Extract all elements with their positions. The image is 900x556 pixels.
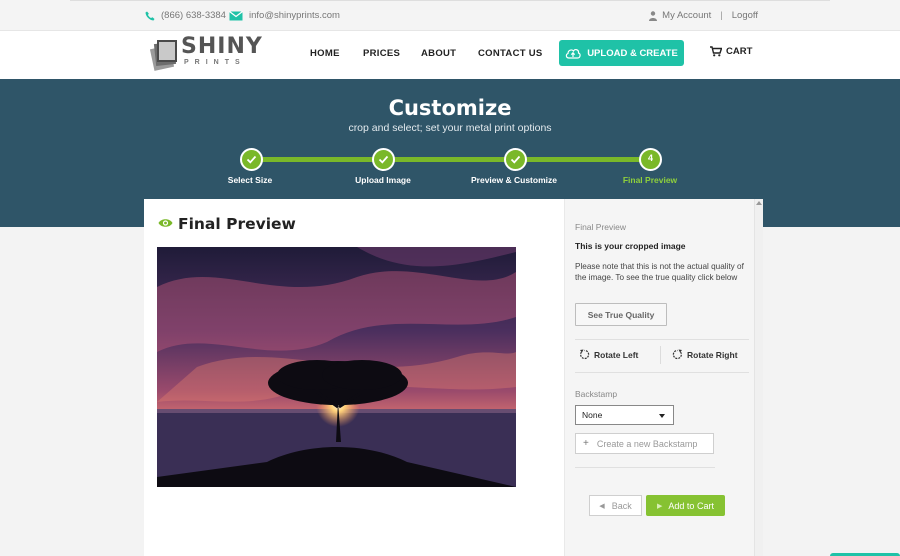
backstamp-label: Backstamp <box>575 389 618 399</box>
check-icon <box>378 155 389 164</box>
logoff-link[interactable]: Logoff <box>732 10 758 21</box>
page-subtitle: crop and select; set your metal print op… <box>348 122 552 134</box>
email-address: info@shinyprints.com <box>249 10 340 21</box>
preview-title: Final Preview <box>178 215 296 233</box>
create-backstamp-label: Create a new Backstamp <box>596 438 698 449</box>
cart-icon <box>710 46 722 57</box>
rotate-divider <box>660 346 661 364</box>
account-links: My Account | Logoff <box>649 10 758 21</box>
divider <box>575 372 749 373</box>
cart-link[interactable]: CART <box>710 46 752 57</box>
rotate-right-icon <box>672 349 682 360</box>
upload-create-label: UPLOAD & CREATE <box>587 47 678 59</box>
cart-label: CART <box>726 46 753 57</box>
check-icon <box>510 155 521 164</box>
check-icon <box>246 155 257 164</box>
cropped-image-preview <box>157 247 516 487</box>
backstamp-select[interactable]: None <box>575 405 674 425</box>
rotate-right-button[interactable]: Rotate Right <box>672 349 738 360</box>
phone-contact[interactable]: (866) 638-3384 <box>145 10 226 21</box>
step-1-circle[interactable] <box>240 148 263 171</box>
see-true-quality-button[interactable]: See True Quality <box>575 303 667 326</box>
my-account-link[interactable]: My Account <box>662 10 711 21</box>
nav-contact-us[interactable]: CONTACT US <box>478 48 543 59</box>
account-separator: | <box>720 10 723 21</box>
add-to-cart-label: Add to Cart <box>668 500 714 511</box>
nav-about[interactable]: ABOUT <box>421 48 456 59</box>
user-icon <box>649 10 658 21</box>
logo-subtitle: PRINTS <box>184 59 246 66</box>
phone-icon <box>145 11 155 20</box>
logo-wordmark[interactable]: SHINY <box>181 34 263 59</box>
scrollbar[interactable] <box>754 199 763 556</box>
divider <box>575 339 749 340</box>
step-2-label: Upload Image <box>355 175 411 185</box>
progress-track <box>252 157 652 162</box>
page-title: Customize <box>388 96 512 120</box>
rotate-left-button[interactable]: Rotate Left <box>579 349 638 360</box>
step-4-label: Final Preview <box>622 175 678 185</box>
back-label: Back <box>611 500 632 511</box>
quality-note: Please note that this is not the actual … <box>575 262 744 282</box>
email-contact[interactable]: info@shinyprints.com <box>229 10 340 21</box>
main-header: SHINY PRINTS HOME PRICES ABOUT CONTACT U… <box>0 31 900 79</box>
nav-home[interactable]: HOME <box>310 48 340 59</box>
top-utility-bar: (866) 638-3384 info@shinyprints.com My A… <box>0 0 900 31</box>
caret-down-icon <box>659 414 665 418</box>
rotate-left-icon <box>580 349 590 360</box>
final-preview-section-label: Final Preview <box>575 222 627 232</box>
upload-create-button[interactable]: UPLOAD & CREATE <box>559 40 684 66</box>
nav-prices[interactable]: PRICES <box>363 48 400 59</box>
options-sidebar: Final Preview This is your cropped image… <box>564 199 763 556</box>
phone-number: (866) 638-3384 <box>161 10 226 21</box>
rotate-left-label: Rotate Left <box>594 349 639 360</box>
step-4-circle[interactable]: 4 <box>639 148 662 171</box>
top-divider <box>70 0 830 1</box>
backstamp-selected-value: None <box>582 410 603 420</box>
step-2-circle[interactable] <box>372 148 395 171</box>
cropped-image-heading: This is your cropped image <box>575 241 686 251</box>
scroll-up-icon[interactable] <box>756 201 762 205</box>
divider <box>575 467 715 468</box>
back-button[interactable]: ◀ Back <box>589 495 642 516</box>
eye-icon <box>158 219 173 227</box>
mail-icon <box>229 10 243 20</box>
plus-icon: + <box>583 438 589 449</box>
add-to-cart-button[interactable]: ▶ Add to Cart <box>646 495 725 516</box>
rotate-right-label: Rotate Right <box>687 349 738 360</box>
step-3-circle[interactable] <box>504 148 527 171</box>
final-preview-panel: Final Preview <box>144 199 564 556</box>
step-1-label: Select Size <box>227 175 273 185</box>
create-backstamp-button[interactable]: + Create a new Backstamp <box>575 433 714 454</box>
step-3-label: Preview & Customize <box>471 175 557 185</box>
caret-left-icon: ◀ <box>599 502 605 510</box>
caret-right-icon: ▶ <box>657 502 663 510</box>
cloud-upload-icon <box>566 48 581 59</box>
step-4-number: 4 <box>647 153 653 163</box>
